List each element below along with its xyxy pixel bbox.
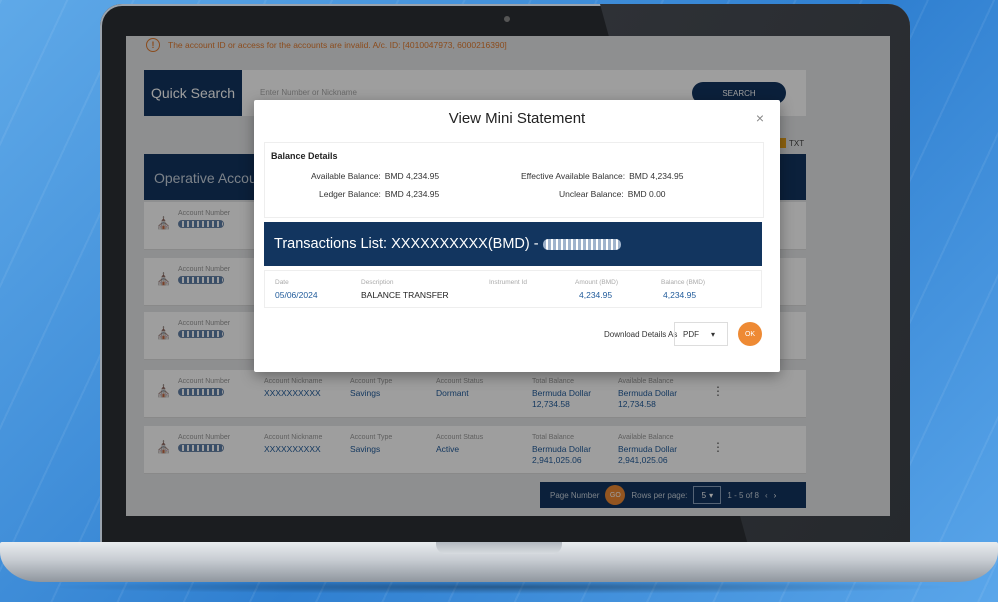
unclear-balance-value: BMD 0.00	[627, 189, 666, 199]
download-format-value: PDF	[683, 329, 699, 339]
unclear-balance-label: Unclear Balance:	[559, 189, 624, 199]
close-icon[interactable]: ×	[756, 110, 764, 126]
column-description: Description	[361, 279, 394, 286]
available-balance-value: BMD 4,234.95	[384, 171, 440, 181]
balance-details-header: Balance Details	[271, 151, 338, 161]
tx-date: 05/06/2024	[275, 290, 318, 300]
unclear-balance: Unclear Balance: BMD 0.00	[559, 189, 666, 199]
column-amount: Amount (BMD)	[575, 279, 618, 286]
masked-account-number	[542, 238, 621, 250]
effective-balance-label: Effective Available Balance:	[521, 171, 626, 181]
ledger-balance-label: Ledger Balance:	[319, 189, 381, 199]
ledger-balance: Ledger Balance: BMD 4,234.95	[319, 189, 439, 199]
transactions-list-header: Transactions List: XXXXXXXXXX(BMD) -	[264, 222, 762, 266]
ledger-balance-value: BMD 4,234.95	[384, 189, 440, 199]
tx-amount: 4,234.95	[579, 290, 613, 300]
available-balance: Available Balance: BMD 4,234.95	[311, 171, 439, 181]
download-format-select[interactable]: PDF ▾	[674, 322, 728, 346]
camera-icon	[504, 16, 510, 22]
chevron-down-icon: ▾	[711, 329, 716, 339]
transactions-title: Transactions List: XXXXXXXXXX(BMD) -	[274, 236, 539, 252]
tx-balance: 4,234.95	[663, 290, 697, 300]
balance-details: Balance Details Available Balance: BMD 4,…	[264, 142, 764, 218]
laptop-notch	[436, 542, 562, 554]
effective-available-balance: Effective Available Balance: BMD 4,234.95	[521, 171, 683, 181]
column-date: Date	[275, 279, 289, 286]
available-balance-label: Available Balance:	[311, 171, 381, 181]
effective-balance-value: BMD 4,234.95	[629, 171, 684, 181]
laptop-shadow	[40, 580, 958, 594]
column-instrument-id: Instrument Id	[489, 279, 527, 286]
transactions-table: Date Description Instrument Id Amount (B…	[264, 270, 762, 308]
mini-statement-modal: View Mini Statement × Balance Details Av…	[254, 100, 780, 372]
tx-description: BALANCE TRANSFER	[361, 290, 449, 300]
modal-title: View Mini Statement	[448, 110, 586, 127]
laptop-screen: ! The account ID or access for the accou…	[126, 36, 890, 516]
download-label: Download Details As	[604, 330, 678, 339]
ok-button[interactable]: OK	[738, 322, 762, 346]
column-balance: Balance (BMD)	[661, 279, 706, 286]
